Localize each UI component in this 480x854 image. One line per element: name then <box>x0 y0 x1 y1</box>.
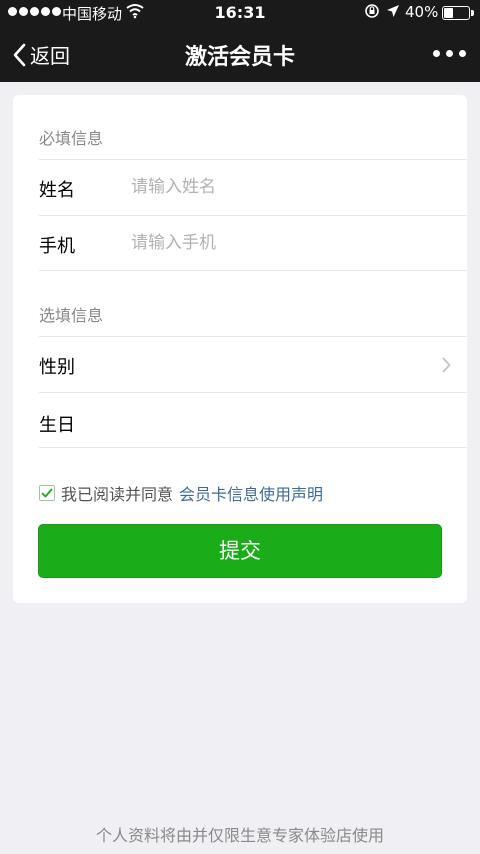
back-label: 返回 <box>30 44 70 68</box>
location-arrow-icon <box>386 3 400 23</box>
optional-section-title: 选填信息 <box>39 306 104 325</box>
agreement: 我已阅读并同意 会员卡信息使用声明 <box>39 481 323 505</box>
birthday-row[interactable]: 生日 <box>39 392 467 448</box>
chevron-right-icon <box>442 357 451 377</box>
page-title: 激活会员卡 <box>184 45 295 70</box>
phone-row: 手机 <box>39 215 467 271</box>
submit-button[interactable]: 提交 <box>38 524 442 578</box>
battery-icon <box>442 6 474 20</box>
checkmark-icon <box>41 488 53 498</box>
battery-percent: 40% <box>405 3 439 21</box>
chevron-left-icon <box>13 43 26 66</box>
member-card-form: 必填信息 姓名 手机 选填信息 性别 生日 我已阅读并同意 会员卡信息使用声明 … <box>13 95 467 603</box>
footer-note: 个人资料将由并仅限生意专家体验店使用 <box>95 826 384 845</box>
gender-label: 性别 <box>39 357 75 378</box>
agreement-link[interactable]: 会员卡信息使用声明 <box>179 481 323 505</box>
agree-text: 我已阅读并同意 <box>61 485 174 504</box>
required-section-title: 必填信息 <box>39 129 104 148</box>
nav-bar: 返回 激活会员卡 <box>0 26 480 82</box>
name-input[interactable] <box>131 172 431 202</box>
ellipsis-icon[interactable] <box>433 50 466 57</box>
gender-row[interactable]: 性别 <box>39 336 467 392</box>
birthday-label: 生日 <box>39 415 75 436</box>
back-button[interactable]: 返回 <box>12 40 70 69</box>
rotation-lock-icon <box>364 3 380 23</box>
status-bar: 中国移动 16:31 40% <box>0 0 480 26</box>
phone-input[interactable] <box>131 228 431 258</box>
name-row: 姓名 <box>39 159 467 215</box>
agree-checkbox[interactable] <box>39 485 55 501</box>
name-label: 姓名 <box>39 180 75 201</box>
phone-label: 手机 <box>39 236 75 257</box>
